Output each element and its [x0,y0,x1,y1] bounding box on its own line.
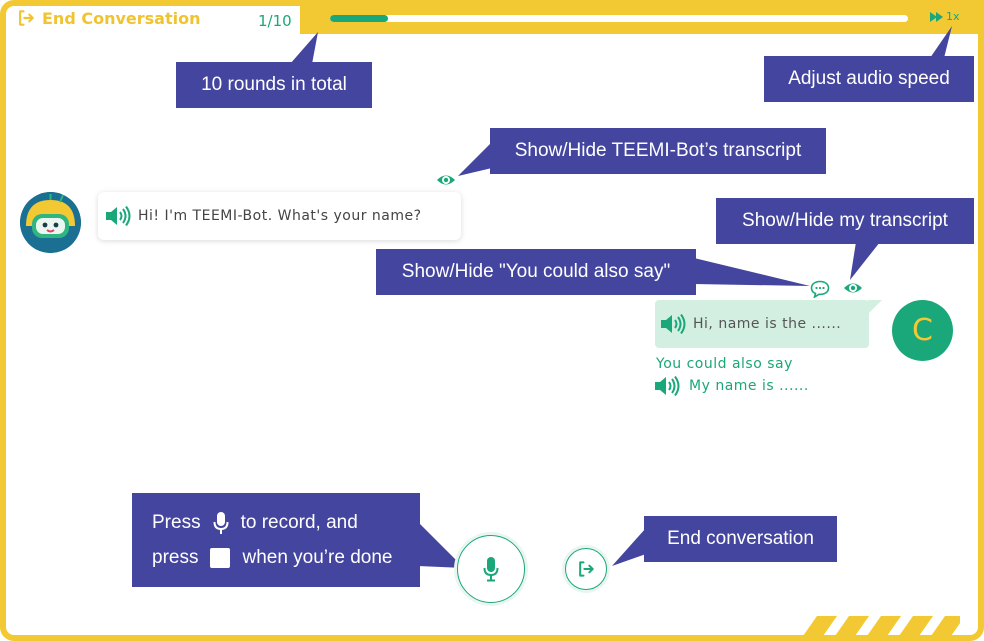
stop-icon [210,548,231,568]
progress-bar [330,15,908,22]
callout-could-also-say-tail [694,258,810,286]
user-avatar: C [892,300,953,361]
speaker-icon[interactable] [106,206,132,226]
user-message-bubble: Hi, name is the ...... [655,300,869,348]
callout-could-also-say: Show/Hide "You could also say" [376,249,696,295]
eye-icon[interactable] [843,279,863,297]
callout-rounds-tail [290,32,318,64]
callout-rounds-total: 10 rounds in total [176,62,372,108]
callout-record-line-2: press when you’re done [152,547,392,569]
callout-bot-transcript: Show/Hide TEEMI-Bot’s transcript [490,128,826,174]
bot-message-bubble: Hi! I'm TEEMI-Bot. What's your name? [98,192,461,240]
user-message-text: Hi, name is the ...... [693,316,842,332]
audio-speed-button[interactable]: 1x [930,10,960,23]
callout-audio-speed-text: Adjust audio speed [788,68,950,89]
callout-end-tail [612,528,646,566]
callout-audio-speed: Adjust audio speed [764,56,974,102]
record-button[interactable] [457,535,525,603]
callout-speed-tail [930,26,952,58]
user-bubble-tail [868,300,882,314]
callout-end-conversation-text: End conversation [667,528,814,549]
callout-bot-transcript-text: Show/Hide TEEMI-Bot’s transcript [514,140,802,161]
also-say-suggestion: My name is ...... [655,376,809,396]
also-say-label: You could also say [656,356,793,372]
end-conversation-label: End Conversation [42,8,201,28]
speed-label: 1x [946,10,960,23]
callout-my-transcript-text: Show/Hide my transcript [742,210,948,231]
callout-my-transcript: Show/Hide my transcript [716,198,974,244]
callout-record-to-record: to record, and [240,512,358,533]
callout-could-also-say-text: Show/Hide "You could also say" [401,261,671,282]
round-counter: 1/10 [258,12,292,30]
microphone-icon [213,512,229,534]
progress-fill [330,15,388,22]
microphone-icon [483,557,499,582]
callout-record: Press to record, and press when you’re d… [132,493,420,587]
bot-avatar [20,192,81,253]
exit-icon [19,10,34,26]
end-conversation-button[interactable] [565,548,607,590]
also-say-text: My name is ...... [689,378,809,394]
speaker-icon[interactable] [655,376,681,396]
eye-icon[interactable] [436,171,456,189]
end-conversation-link[interactable]: End Conversation [16,8,200,28]
callout-end-conversation: End conversation [644,516,837,562]
chat-bubble-icon[interactable] [810,280,830,298]
callout-record-press2: press [152,547,199,568]
callout-record-when-done: when you’re done [242,547,393,568]
callout-record-press: Press [152,512,201,533]
callout-bot-transcript-tail [458,142,492,176]
exit-icon [579,561,594,577]
bot-message-text: Hi! I'm TEEMI-Bot. What's your name? [138,208,422,224]
callout-rounds-total-text: 10 rounds in total [201,74,347,95]
speaker-icon[interactable] [661,314,687,334]
callout-record-line-1: Press to record, and [152,511,358,535]
callout-my-transcript-tail [850,242,880,280]
fast-forward-icon [930,11,943,22]
hazard-stripes [800,616,960,636]
